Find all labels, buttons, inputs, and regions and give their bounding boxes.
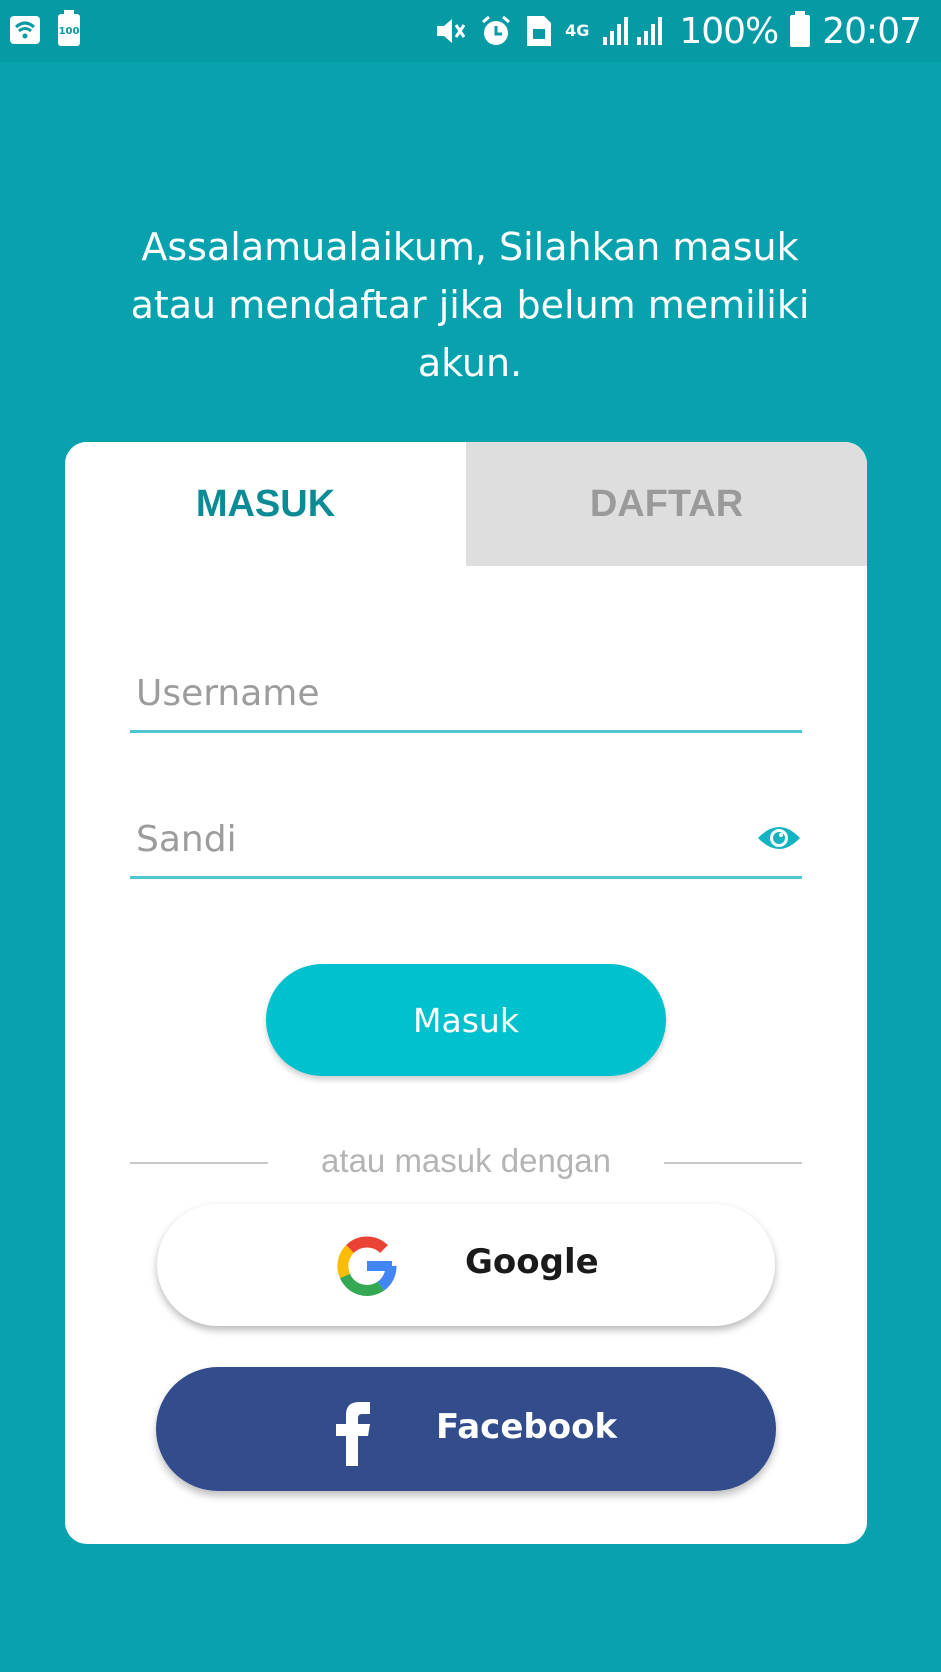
signal-icon (603, 17, 663, 45)
password-input[interactable] (136, 806, 736, 872)
welcome-message: Assalamualaikum, Silahkan masuk atau men… (130, 225, 810, 385)
mute-icon (437, 19, 466, 43)
google-button-label: Google (465, 1242, 599, 1282)
divider-line-left (130, 1162, 268, 1164)
login-button[interactable]: Masuk (266, 964, 666, 1076)
battery-percent: 100% (679, 10, 779, 52)
clock-time: 20:07 (822, 10, 922, 52)
password-field-container (130, 806, 802, 879)
battery-saver-icon: 100 (58, 10, 80, 46)
battery-small-label: 100 (58, 26, 80, 37)
divider-line-right (664, 1162, 802, 1164)
auth-tabs: MASUK DAFTAR (65, 442, 867, 566)
wifi-icon (10, 16, 40, 44)
facebook-button-label: Facebook (436, 1407, 618, 1447)
network-type: 4G (565, 21, 590, 40)
username-input[interactable] (136, 660, 736, 726)
facebook-icon (336, 1402, 370, 1466)
battery-icon (790, 11, 811, 47)
divider-text: atau masuk dengan (321, 1142, 611, 1179)
tab-masuk[interactable]: MASUK (65, 442, 466, 566)
alarm-icon (482, 15, 511, 45)
username-field-container (130, 660, 802, 733)
sim-card-icon (527, 16, 552, 46)
eye-icon[interactable] (756, 820, 802, 856)
google-icon (337, 1236, 397, 1296)
google-login-button[interactable]: Google (157, 1204, 775, 1326)
tab-daftar[interactable]: DAFTAR (466, 442, 867, 566)
facebook-login-button[interactable]: Facebook (156, 1367, 776, 1491)
social-divider: atau masuk dengan (130, 1138, 802, 1188)
login-card: MASUK DAFTAR Masuk atau masuk dengan Goo… (65, 442, 867, 1544)
status-bar: 100 4G 100% 20:07 (0, 0, 941, 62)
